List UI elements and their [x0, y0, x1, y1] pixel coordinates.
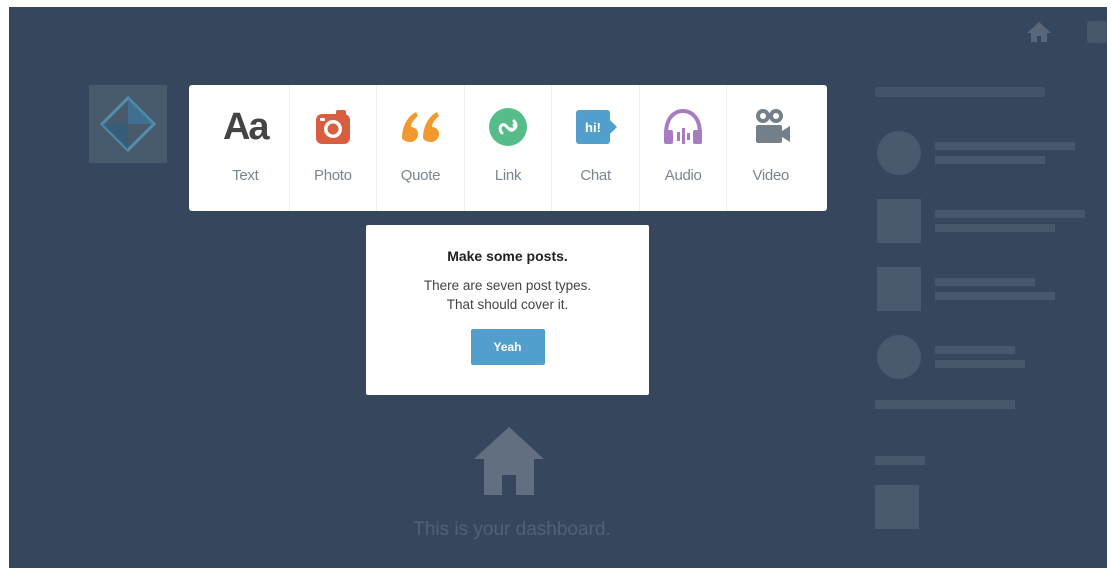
dashboard-caption: This is your dashboard.: [413, 519, 611, 540]
post-type-label: Photo: [314, 167, 352, 184]
quote-icon: [395, 105, 445, 149]
tooltip-line-2: That should cover it.: [446, 297, 569, 312]
tooltip-line-1: There are seven post types.: [423, 278, 592, 293]
post-type-chat[interactable]: hi! Chat: [552, 85, 640, 211]
post-type-audio[interactable]: Audio: [640, 85, 728, 211]
video-camera-icon: [746, 105, 796, 149]
post-type-label: Link: [494, 167, 522, 184]
post-type-photo[interactable]: Photo: [290, 85, 378, 211]
post-types-bar: Aa Text Photo Quote Link hi! Chat Audio …: [189, 85, 827, 211]
dashboard-backdrop: This is your dashboard. Aa Text Photo Qu…: [9, 7, 1107, 568]
dashboard-home-icon: [474, 427, 544, 495]
chat-icon: hi!: [571, 105, 621, 149]
text-aa-icon: Aa: [222, 105, 270, 148]
post-type-label: Video: [752, 167, 790, 184]
avatar-diamond-icon: [99, 95, 157, 153]
post-type-text[interactable]: Aa Text: [202, 85, 290, 211]
recommended-blogs-sidebar: [875, 87, 1107, 391]
account-menu-icon: [1087, 21, 1107, 43]
post-type-label: Text: [232, 167, 259, 184]
post-type-link[interactable]: Link: [465, 85, 553, 211]
yeah-button[interactable]: Yeah: [470, 329, 545, 365]
post-type-video[interactable]: Video: [727, 85, 814, 211]
tooltip-title: Make some posts.: [447, 248, 568, 264]
svg-text:hi!: hi!: [585, 120, 601, 135]
post-type-label: Quote: [400, 167, 441, 184]
home-icon: [1027, 22, 1051, 42]
onboarding-tooltip: Make some posts. There are seven post ty…: [366, 225, 649, 395]
tooltip-body: There are seven post types. That should …: [366, 276, 649, 314]
post-type-label: Chat: [580, 167, 611, 184]
blog-avatar: [89, 85, 167, 163]
camera-icon: [308, 105, 358, 149]
post-type-quote[interactable]: Quote: [377, 85, 465, 211]
link-icon: [483, 105, 533, 149]
post-type-label: Audio: [664, 167, 702, 184]
headphones-icon: [658, 105, 708, 149]
